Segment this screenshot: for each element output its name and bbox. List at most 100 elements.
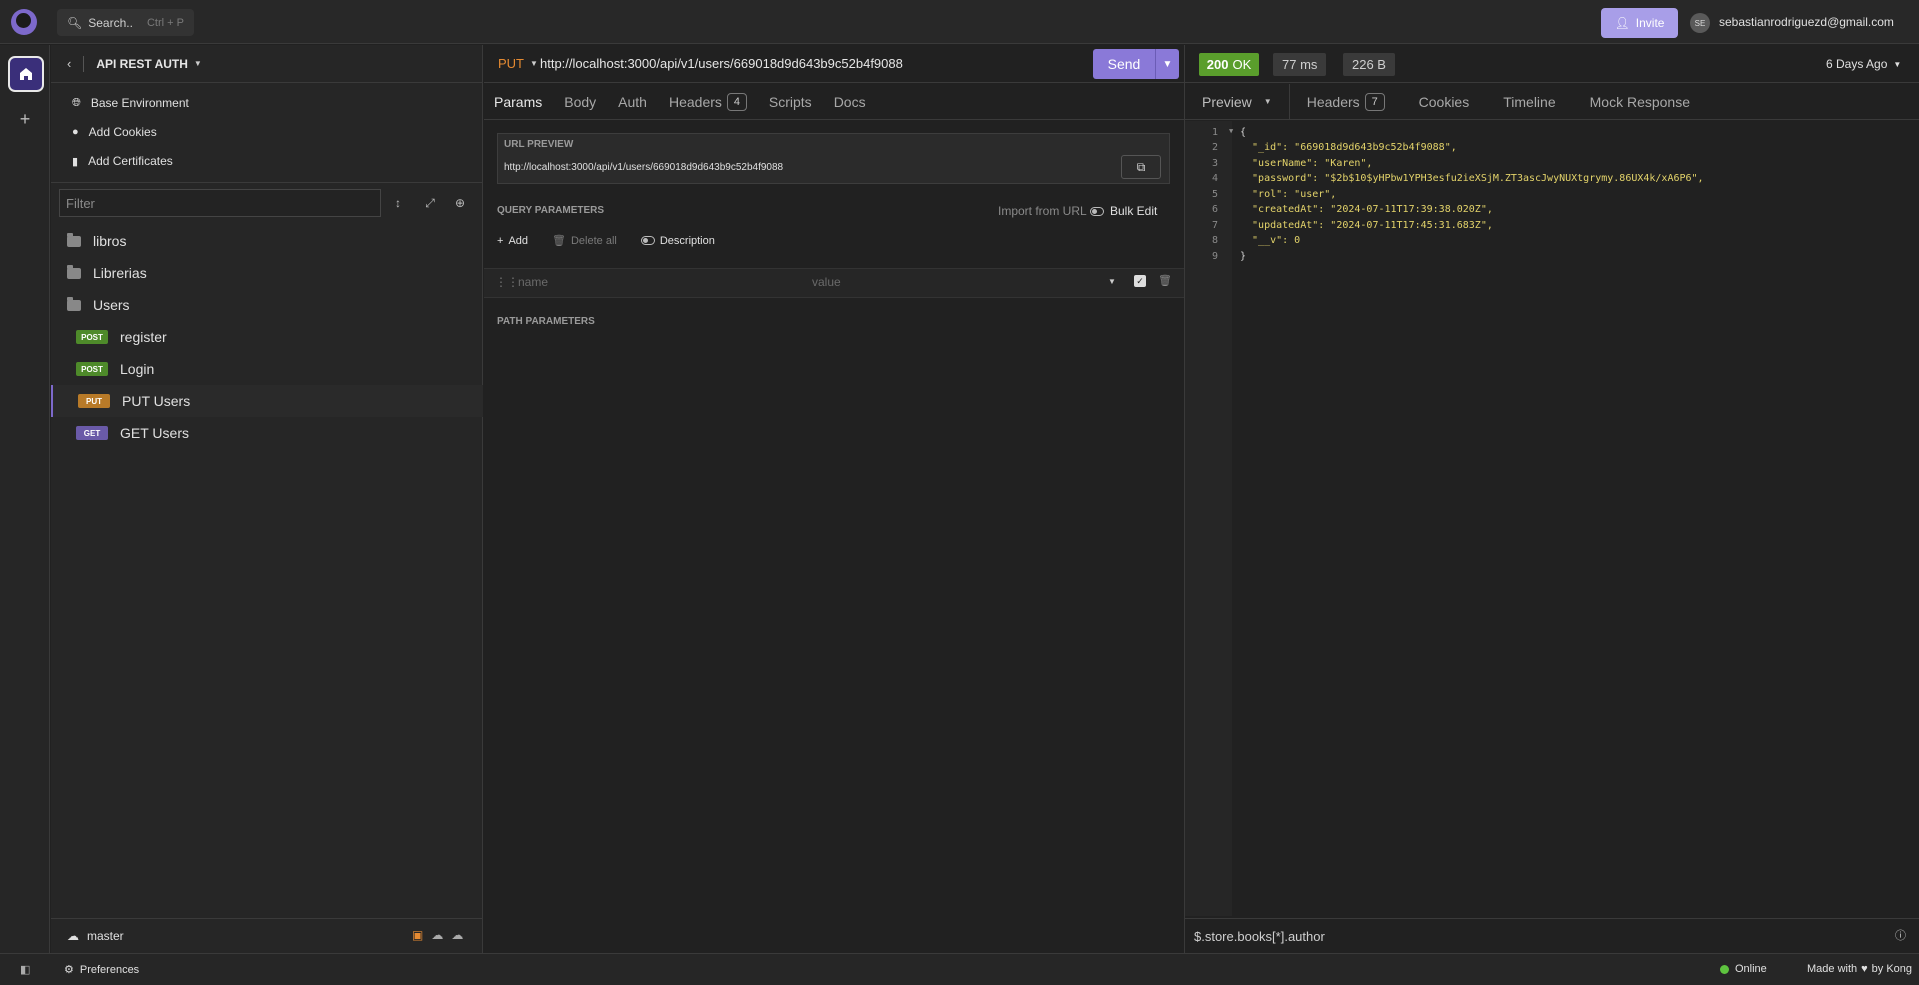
trash-icon: 🗑︎ [552, 235, 566, 247]
query-params-actions: + Add 🗑︎ Delete all Description [497, 234, 715, 248]
line-number: 1 [1212, 127, 1219, 138]
collection-name[interactable]: API REST AUTH [96, 57, 188, 71]
tab-scripts[interactable]: Scripts [769, 94, 812, 110]
fold-chevron-icon[interactable]: ▼ [1229, 127, 1233, 135]
request-get-users[interactable]: GET GET Users [51, 417, 483, 449]
filter-input[interactable]: Filter [59, 189, 381, 217]
folder-open-icon [67, 296, 81, 311]
search-box[interactable]: 🔍︎ Search.. Ctrl + P [57, 9, 194, 36]
cloud-download-icon[interactable]: ☁︎ [451, 928, 463, 942]
url-input[interactable]: http://localhost:3000/api/v1/users/66901… [540, 56, 903, 71]
cookie-icon: ● [72, 126, 79, 138]
response-tabs: Preview ▼ Headers 7 Cookies Timeline Moc… [1185, 83, 1919, 120]
request-tabs: Params Body Auth Headers 4 Scripts Docs [484, 84, 1184, 120]
param-name-input[interactable]: name [518, 275, 548, 289]
tree-item-label: Librerias [93, 265, 147, 281]
help-icon[interactable]: ⓘ [1895, 927, 1906, 943]
bulk-edit-toggle[interactable]: Bulk Edit [1090, 204, 1157, 218]
search-label: Search.. [88, 15, 133, 30]
trash-icon[interactable]: 🗑︎ [1158, 274, 1172, 287]
env-item-label: Add Certificates [88, 154, 173, 168]
add-cookies-item[interactable]: ● Add Cookies [72, 122, 157, 142]
tab-preview[interactable]: Preview ▼ [1185, 83, 1290, 120]
checkbox-icon[interactable]: ✓ [1134, 275, 1146, 287]
request-login[interactable]: POST Login [51, 353, 483, 385]
send-options-chevron-icon[interactable]: ▼ [1155, 49, 1179, 79]
chevron-down-icon[interactable]: ▼ [194, 59, 202, 68]
folder-icon [67, 264, 81, 279]
tree-item-label: Login [120, 361, 155, 377]
response-history-select[interactable]: 6 Days Ago ▼ [1826, 57, 1901, 71]
made-with-kong[interactable]: Made with ♥ by Kong [1807, 963, 1912, 975]
globe-icon: 🌐︎ [72, 96, 81, 109]
tree-item-label: register [120, 329, 167, 345]
certificate-icon: ▮ [72, 155, 79, 168]
code-line: } [1240, 251, 1247, 262]
folder-librerias[interactable]: Librerias [51, 257, 483, 289]
heart-icon: ♥ [1861, 963, 1868, 975]
tab-timeline[interactable]: Timeline [1486, 94, 1572, 110]
delete-all-label: Delete all [570, 234, 617, 247]
add-project-icon[interactable]: + [14, 108, 36, 130]
tab-response-headers[interactable]: Headers 7 [1290, 92, 1402, 111]
status-badge: 200 OK [1199, 53, 1259, 76]
tab-docs[interactable]: Docs [834, 94, 866, 110]
user-email[interactable]: sebastianrodriguezd@gmail.com [1719, 15, 1894, 29]
description-toggle[interactable]: Description [640, 235, 715, 247]
chevron-down-icon[interactable]: ▼ [1108, 277, 1116, 286]
gear-icon: ⚙︎ [64, 964, 74, 976]
env-item-label: Base Environment [90, 96, 189, 110]
home-button[interactable] [8, 56, 44, 92]
collection-header: ‹ API REST AUTH ▼ [51, 45, 483, 83]
cloud-upload-icon[interactable]: ☁︎ [431, 928, 443, 942]
user-plus-icon: 👤︎ [1614, 16, 1630, 30]
request-register[interactable]: POST register [51, 321, 483, 353]
line-number: 7 [1212, 220, 1219, 231]
tab-params[interactable]: Params [494, 94, 542, 110]
tab-body[interactable]: Body [564, 94, 596, 110]
tab-auth[interactable]: Auth [618, 94, 647, 110]
back-chevron-icon[interactable]: ‹ [67, 56, 71, 71]
tree-item-label: GET Users [120, 425, 189, 441]
headers-count-badge: 7 [1364, 92, 1385, 111]
param-value-input[interactable]: value [812, 275, 841, 289]
avatar[interactable]: SE [1690, 13, 1710, 33]
drag-handle-icon[interactable]: ⋮⋮ [495, 275, 519, 289]
package-icon[interactable]: ▣ [412, 928, 423, 942]
send-button[interactable]: Send ▼ [1093, 49, 1179, 79]
method-badge: GET [76, 426, 108, 440]
made-with-label: Made with [1807, 963, 1858, 975]
add-circle-icon[interactable]: ⊕ [451, 194, 469, 212]
tree-item-label: Users [93, 297, 130, 313]
copy-url-button[interactable]: ⧉ [1121, 155, 1161, 179]
toggle-icon [640, 236, 655, 245]
response-filter-input[interactable]: $.store.books[*].author [1185, 918, 1919, 953]
code-line: { [1240, 127, 1247, 138]
line-number: 9 [1212, 251, 1219, 262]
tab-cookies[interactable]: Cookies [1402, 94, 1487, 110]
add-certificates-item[interactable]: ▮ Add Certificates [72, 151, 173, 171]
add-param-button[interactable]: + Add [497, 235, 528, 247]
preferences-button[interactable]: ⚙︎ Preferences [64, 963, 139, 977]
tab-headers-label: Headers [1306, 93, 1360, 110]
toggle-sidebar-icon[interactable]: ◧ [20, 963, 30, 976]
import-from-url-button[interactable]: Import from URL [998, 204, 1087, 218]
method-select[interactable]: PUT ▼ [498, 56, 538, 71]
folder-users[interactable]: Users [51, 289, 483, 321]
online-status: Online [1720, 963, 1767, 975]
cloud-icon: ☁︎ [67, 929, 79, 943]
toggle-icon [1090, 206, 1104, 216]
tab-mock-response[interactable]: Mock Response [1573, 94, 1707, 110]
base-environment-item[interactable]: 🌐︎ Base Environment [72, 93, 189, 113]
invite-button[interactable]: 👤︎ Invite [1601, 8, 1678, 38]
tab-headers[interactable]: Headers 4 [669, 92, 747, 111]
folder-libros[interactable]: libros [51, 225, 483, 257]
delete-all-button[interactable]: 🗑︎ Delete all [552, 234, 617, 248]
url-preview-value: http://localhost:3000/api/v1/users/66901… [504, 162, 784, 173]
request-put-users[interactable]: PUT PUT Users [51, 385, 483, 417]
bulk-edit-label: Bulk Edit [1110, 204, 1158, 218]
insomnia-logo-icon[interactable] [11, 9, 37, 35]
expand-icon[interactable]: ⤢ [421, 194, 439, 212]
sort-icon[interactable]: ↕ [389, 194, 407, 212]
code-line: "_id": "669018d9d643b9c52b4f9088", [1240, 142, 1457, 153]
